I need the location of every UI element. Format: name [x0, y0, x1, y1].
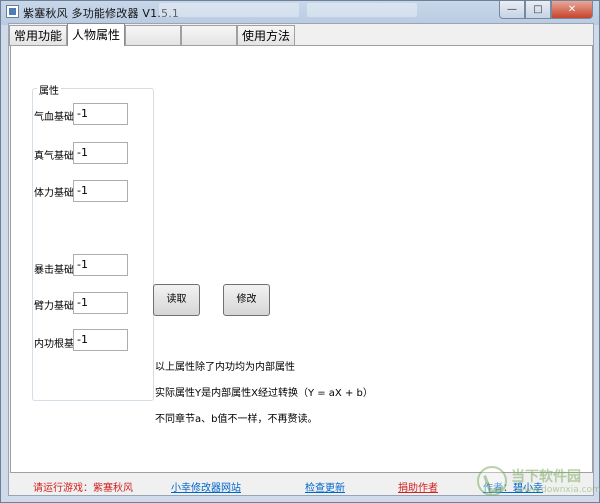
window-title: 紫塞秋风 多功能修改器 V1.5.1 — [23, 7, 180, 20]
inner-power-label: 内功根基 — [34, 339, 74, 350]
crit-base-input[interactable]: -1 — [73, 254, 128, 276]
note-line-2: 实际属性Y是内部属性X经过转换（Y = aX + b） — [155, 388, 373, 399]
minimize-icon: — — [507, 4, 517, 15]
close-button[interactable]: ✕ — [551, 1, 593, 19]
app-icon — [6, 5, 19, 18]
maximize-button[interactable]: □ — [525, 1, 551, 19]
hp-base-input[interactable]: -1 — [73, 103, 128, 125]
hp-base-label: 气血基础 — [34, 112, 74, 123]
game-status-text: 请运行游戏：紫塞秋风 — [33, 483, 133, 494]
strength-base-label: 臂力基础 — [34, 301, 74, 312]
mp-base-label: 真气基础 — [34, 151, 74, 162]
note-line-1: 以上属性除了内功均为内部属性 — [155, 362, 295, 373]
close-icon: ✕ — [567, 4, 577, 15]
watermark-name: 当下软件园 — [511, 469, 581, 485]
attributes-group — [32, 88, 154, 401]
minimize-button[interactable]: — — [499, 1, 525, 19]
watermark-logo: 当下软件园 www.downxia.com — [477, 464, 600, 500]
watermark-icon — [477, 466, 507, 496]
app-window: 紫塞秋风 多功能修改器 V1.5.1 — □ ✕ 常用功能 人物属性 使用方法 … — [0, 0, 600, 503]
site-link[interactable]: 小幸修改器网站 — [171, 479, 241, 494]
title-bar[interactable]: 紫塞秋风 多功能修改器 V1.5.1 — □ ✕ — [1, 1, 599, 22]
mp-base-input[interactable]: -1 — [73, 142, 128, 164]
read-button[interactable]: 读取 — [153, 284, 200, 316]
crit-base-label: 暴击基础 — [34, 265, 74, 276]
tab-common-functions[interactable]: 常用功能 — [9, 25, 68, 46]
inner-power-input[interactable]: -1 — [73, 329, 128, 351]
tab-character-attributes[interactable]: 人物属性 — [67, 23, 126, 46]
strength-base-input[interactable]: -1 — [73, 292, 128, 314]
stamina-base-label: 体力基础 — [34, 188, 74, 199]
attributes-panel: 属性 气血基础 -1 真气基础 -1 体力基础 -1 暴击基础 -1 臂力基础 … — [10, 45, 593, 473]
modify-button[interactable]: 修改 — [223, 284, 270, 316]
check-update-link[interactable]: 检查更新 — [305, 479, 345, 494]
stamina-base-input[interactable]: -1 — [73, 180, 128, 202]
client-area: 常用功能 人物属性 使用方法 属性 气血基础 -1 真气基础 -1 体力基础 -… — [8, 23, 594, 496]
tab-usage[interactable]: 使用方法 — [237, 25, 296, 46]
tab-blank-1[interactable] — [125, 25, 182, 46]
title-bar-blur — [307, 3, 417, 17]
window-controls: — □ ✕ — [499, 1, 593, 19]
note-line-3: 不同章节a、b值不一样，不再赘读。 — [155, 414, 318, 425]
donate-link[interactable]: 捐助作者 — [398, 479, 438, 494]
tab-strip: 常用功能 人物属性 使用方法 — [9, 23, 296, 46]
watermark-url: www.downxia.com — [517, 485, 600, 495]
tab-blank-2[interactable] — [181, 25, 238, 46]
title-bar-blur — [159, 3, 299, 17]
maximize-icon: □ — [533, 4, 543, 15]
attributes-group-title: 属性 — [37, 82, 61, 97]
